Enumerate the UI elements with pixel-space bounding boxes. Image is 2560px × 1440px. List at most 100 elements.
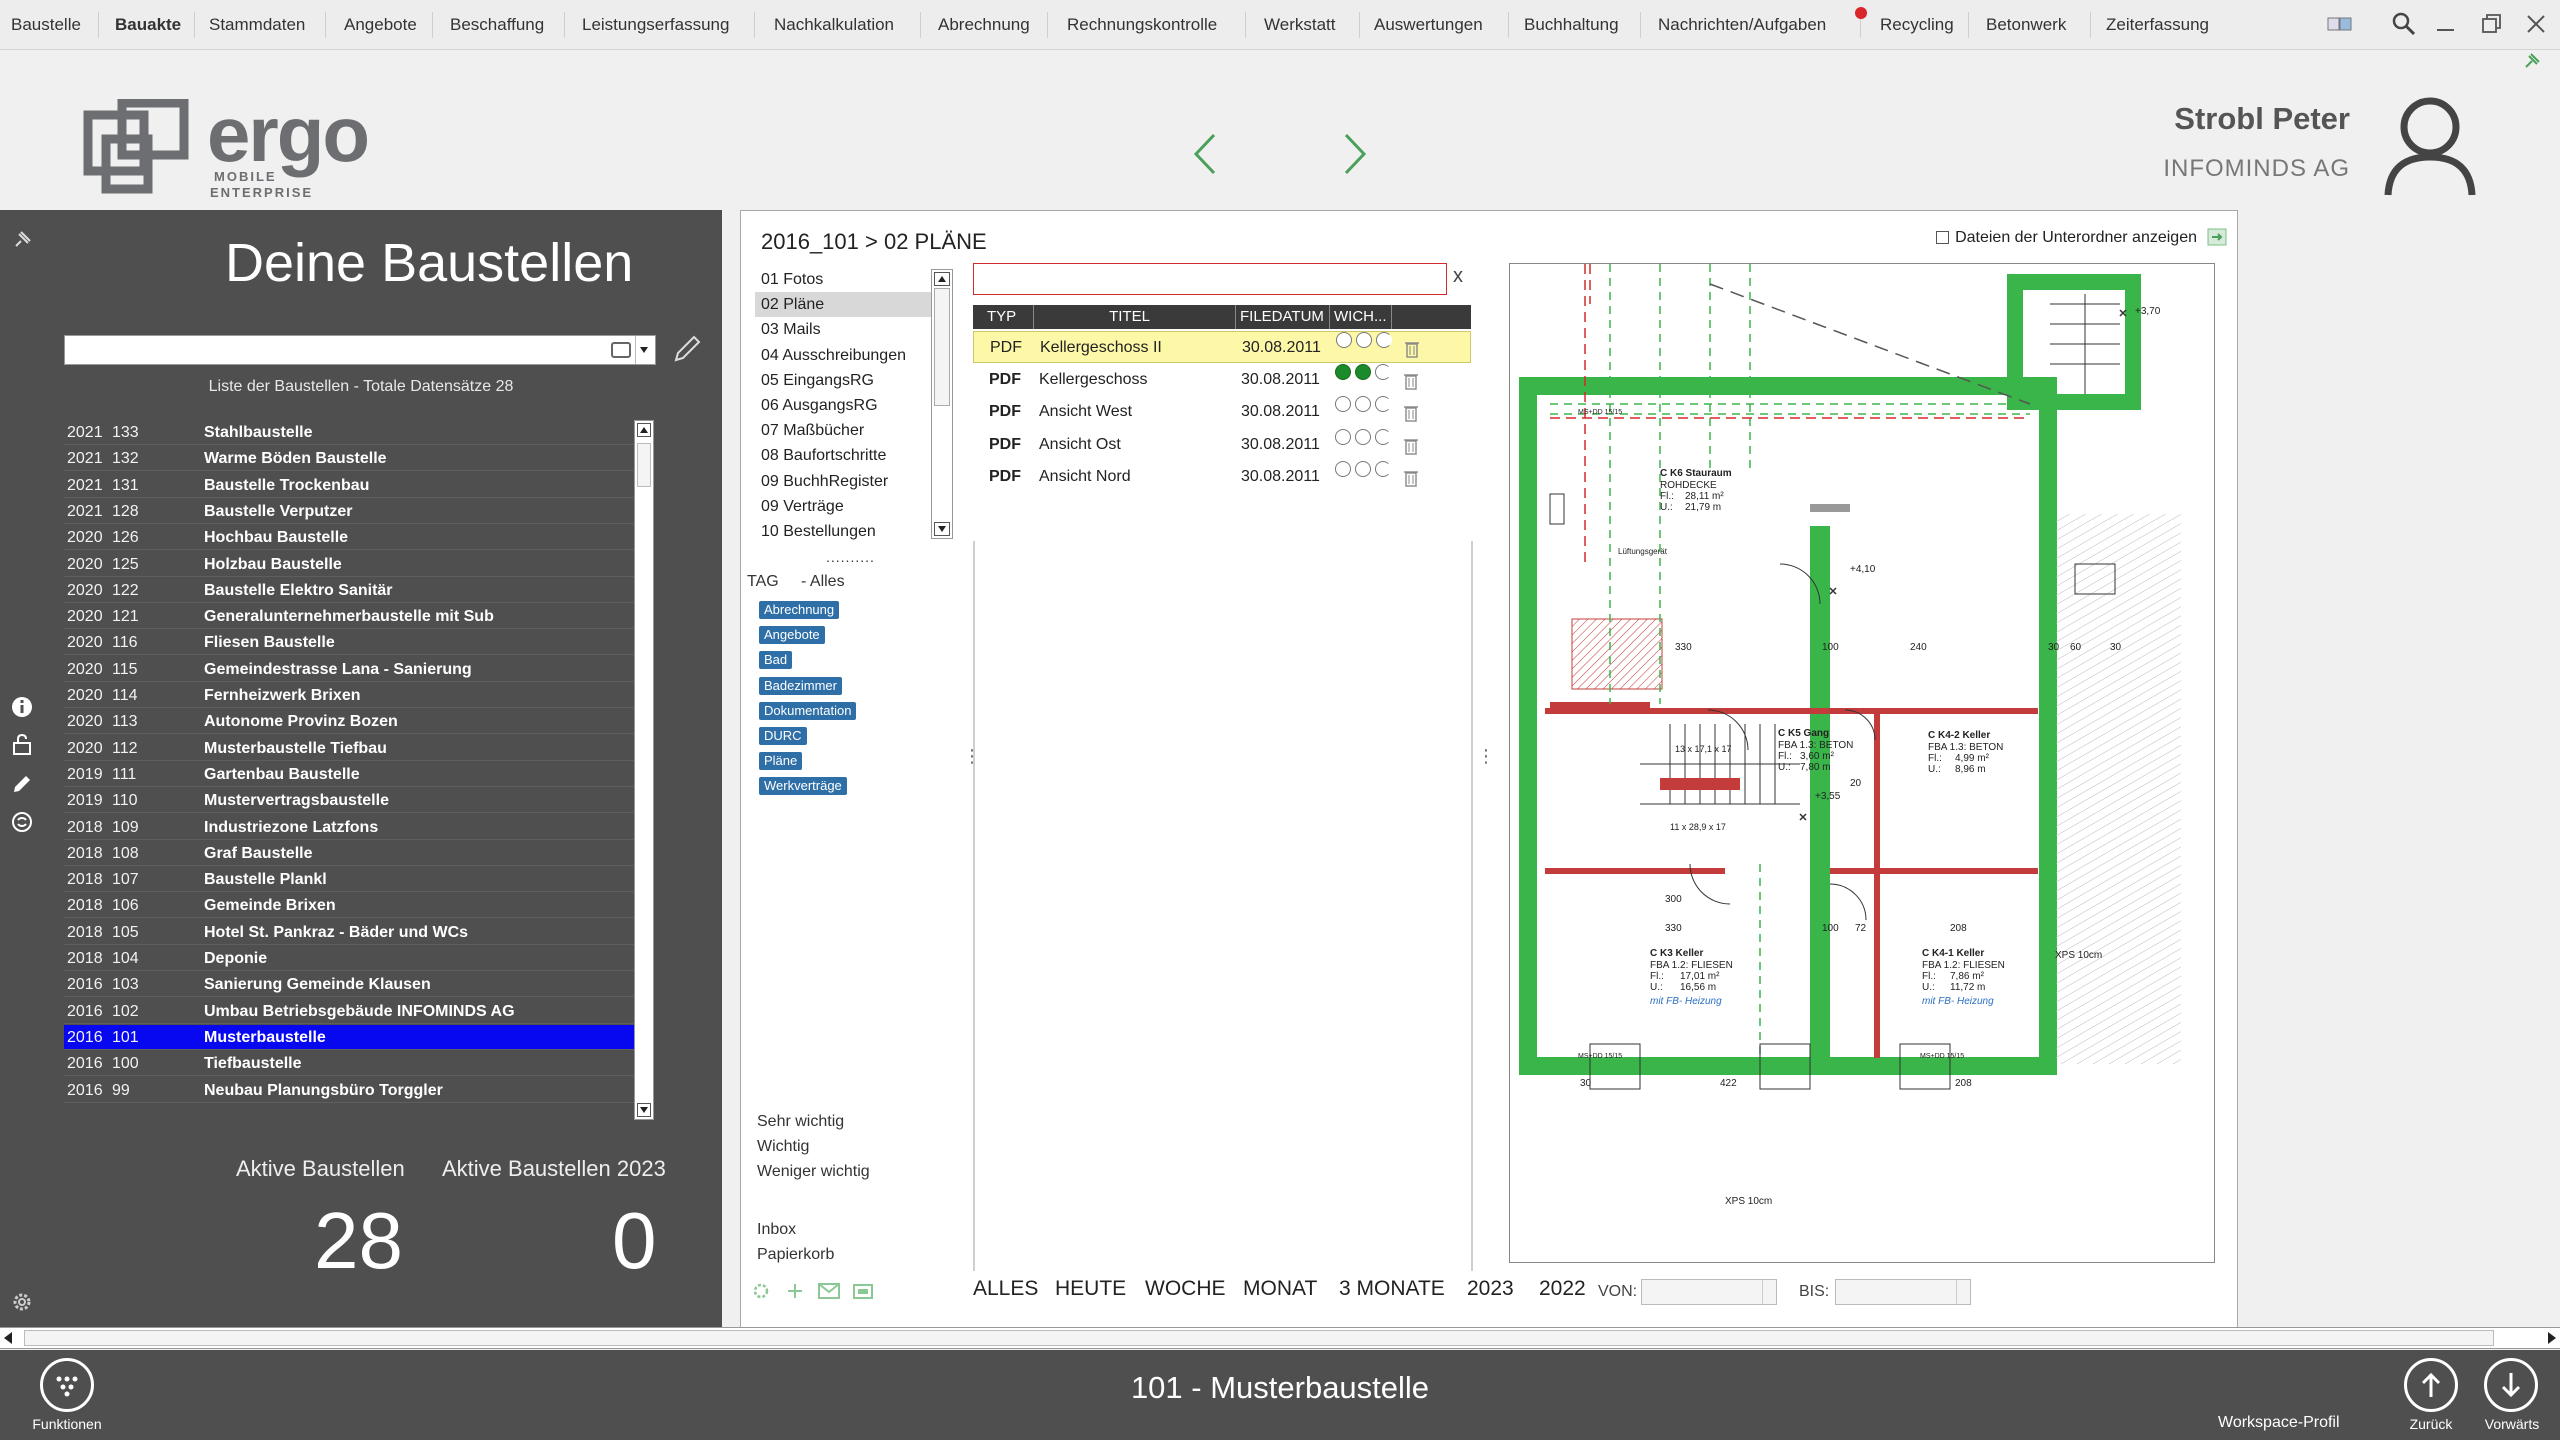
- search-icon[interactable]: [2390, 10, 2418, 38]
- baustelle-row[interactable]: 2021 131 Baustelle Trockenbau: [64, 473, 634, 498]
- filter-monat[interactable]: MONAT: [1243, 1277, 1317, 1301]
- menu-nachkalkulation[interactable]: Nachkalkulation: [774, 15, 894, 35]
- pin-icon[interactable]: [12, 230, 32, 250]
- importance-dot[interactable]: [1356, 332, 1372, 348]
- col-typ[interactable]: TYP: [973, 305, 1033, 329]
- folder-item[interactable]: 10 Bestellungen: [755, 519, 933, 544]
- back-button[interactable]: [2404, 1358, 2458, 1412]
- menu-abrechnung[interactable]: Abrechnung: [938, 15, 1030, 35]
- col-titel[interactable]: TITEL: [1033, 305, 1221, 329]
- filter-2023[interactable]: 2023: [1467, 1277, 1514, 1301]
- restore-icon[interactable]: [2478, 10, 2506, 38]
- filter-alles[interactable]: ALLES: [973, 1277, 1038, 1301]
- papierkorb-link[interactable]: Papierkorb: [757, 1246, 834, 1264]
- file-row[interactable]: PDF Ansicht West 30.08.2011: [973, 396, 1471, 428]
- folder-item[interactable]: 01 Fotos: [755, 267, 933, 292]
- folder-item[interactable]: 03 Mails: [755, 317, 933, 342]
- scroll-up-button[interactable]: [637, 423, 651, 437]
- info-icon[interactable]: [10, 695, 34, 719]
- tag-chip[interactable]: Angebote: [759, 626, 825, 645]
- menu-beschaffung[interactable]: Beschaffung: [450, 15, 544, 35]
- plus-icon[interactable]: [785, 1281, 805, 1301]
- scroll-right-arrow[interactable]: [2548, 1332, 2556, 1344]
- folder-list-scrollbar[interactable]: [931, 269, 953, 539]
- menu-angebote[interactable]: Angebote: [344, 15, 417, 35]
- pencil-icon[interactable]: [670, 332, 704, 366]
- importance-dot[interactable]: [1355, 396, 1371, 412]
- menu-baustelle[interactable]: Baustelle: [11, 15, 81, 35]
- lock-icon[interactable]: [10, 732, 34, 756]
- filter-2022[interactable]: 2022: [1539, 1277, 1586, 1301]
- tag-chip[interactable]: DURC: [759, 727, 807, 745]
- gear-icon[interactable]: [751, 1281, 771, 1301]
- pin-icon[interactable]: [2520, 51, 2542, 73]
- subfolder-toggle[interactable]: Dateien der Unterordner anzeigen: [1936, 229, 2197, 247]
- edit-icon[interactable]: [10, 772, 34, 796]
- importance-dot[interactable]: [1355, 461, 1371, 477]
- filter-weniger-wichtig[interactable]: Weniger wichtig: [757, 1163, 870, 1181]
- baustelle-row[interactable]: 2018 109 Industriezone Latzfons: [64, 815, 634, 840]
- screen-switch-icon[interactable]: [2326, 10, 2354, 38]
- toggle-icon[interactable]: [611, 342, 631, 358]
- scroll-down-button[interactable]: [934, 522, 950, 536]
- trash-icon[interactable]: [1403, 469, 1419, 487]
- col-filedatum[interactable]: FILEDATUM: [1235, 305, 1329, 329]
- baustelle-row[interactable]: 2016 102 Umbau Betriebsgebäude INFOMINDS A…: [64, 999, 634, 1024]
- scroll-thumb[interactable]: [637, 443, 651, 487]
- baustelle-row[interactable]: 2020 125 Holzbau Baustelle: [64, 552, 634, 577]
- baustelle-row[interactable]: 2020 115 Gemeindestrasse Lana - Sanierung: [64, 657, 634, 682]
- menu-bauakte[interactable]: Bauakte: [115, 15, 181, 35]
- baustelle-row[interactable]: 2020 116 Fliesen Baustelle: [64, 630, 634, 656]
- mail-icon[interactable]: [817, 1281, 841, 1301]
- tag-chip[interactable]: Abrechnung: [759, 601, 840, 619]
- importance-dot[interactable]: [1335, 461, 1351, 477]
- filter-heute[interactable]: HEUTE: [1055, 1277, 1126, 1301]
- importance-dot[interactable]: [1335, 396, 1351, 412]
- filter-3-monate[interactable]: 3 MONATE: [1339, 1277, 1445, 1301]
- workspace-hscroll[interactable]: [0, 1327, 2560, 1349]
- baustelle-row[interactable]: 2020 113 Autonome Provinz Bozen: [64, 709, 634, 735]
- forward-button[interactable]: [2484, 1358, 2538, 1412]
- menu-werkstatt[interactable]: Werkstatt: [1264, 15, 1335, 35]
- baustelle-row[interactable]: 2019 110 Mustervertragsbaustelle: [64, 788, 634, 814]
- tag-all-link[interactable]: - Alles: [801, 573, 845, 591]
- baustelle-row[interactable]: 2016 101 Musterbaustelle: [64, 1024, 634, 1050]
- baustelle-row[interactable]: 2018 108 Graf Baustelle: [64, 841, 634, 866]
- von-date-input[interactable]: [1641, 1279, 1777, 1305]
- chevron-right-icon[interactable]: [1334, 129, 1374, 179]
- importance-dot[interactable]: [1335, 363, 1351, 380]
- file-row[interactable]: PDF Ansicht Ost 30.08.2011: [973, 428, 1471, 461]
- importance-dot[interactable]: [1355, 428, 1371, 445]
- menu-rechnungskontrolle[interactable]: Rechnungskontrolle: [1067, 15, 1217, 35]
- importance-dot[interactable]: [1336, 332, 1352, 348]
- export-icon[interactable]: [2205, 225, 2229, 249]
- baustelle-row[interactable]: 2020 114 Fernheizwerk Brixen: [64, 683, 634, 708]
- tag-chip[interactable]: Dokumentation: [759, 701, 857, 720]
- bis-date-input[interactable]: [1835, 1279, 1971, 1305]
- menu-recycling[interactable]: Recycling: [1880, 15, 1954, 35]
- scroll-up-button[interactable]: [934, 272, 950, 286]
- gear-icon[interactable]: [10, 1290, 34, 1314]
- baustelle-row[interactable]: 2019 111 Gartenbau Baustelle: [64, 762, 634, 787]
- menu-nachrichten-aufgaben[interactable]: Nachrichten/Aufgaben: [1658, 15, 1826, 35]
- baustellen-list-scrollbar[interactable]: [634, 420, 654, 1120]
- importance-dot[interactable]: [1376, 332, 1392, 348]
- trash-icon[interactable]: [1403, 372, 1419, 390]
- filter-sehr-wichtig[interactable]: Sehr wichtig: [757, 1113, 844, 1131]
- baustelle-row[interactable]: 2016 99 Neubau Planungsbüro Torggler: [64, 1078, 634, 1103]
- baustelle-row[interactable]: 2018 105 Hotel St. Pankraz - Bäder und WCs: [64, 920, 634, 945]
- file-search-input[interactable]: [974, 264, 1446, 294]
- splitter-grip[interactable]: ⋮: [1477, 746, 1495, 767]
- menu-buchhaltung[interactable]: Buchhaltung: [1524, 15, 1619, 35]
- tag-chip[interactable]: Bad: [759, 651, 793, 670]
- scroll-left-arrow[interactable]: [4, 1332, 12, 1344]
- folder-item[interactable]: 05 EingangsRG: [755, 368, 933, 393]
- folder-item[interactable]: 04 Ausschreibungen: [755, 343, 933, 368]
- baustelle-row[interactable]: 2016 100 Tiefbaustelle: [64, 1051, 634, 1077]
- tag-chip[interactable]: Pläne: [759, 752, 803, 771]
- file-row[interactable]: PDF Ansicht Nord 30.08.2011: [973, 461, 1471, 493]
- refresh-icon[interactable]: [10, 810, 34, 834]
- user-avatar-icon[interactable]: [2380, 93, 2480, 198]
- menu-auswertungen[interactable]: Auswertungen: [1374, 15, 1483, 35]
- baustelle-row[interactable]: 2020 121 Generalunternehmerbaustelle mit S…: [64, 604, 634, 630]
